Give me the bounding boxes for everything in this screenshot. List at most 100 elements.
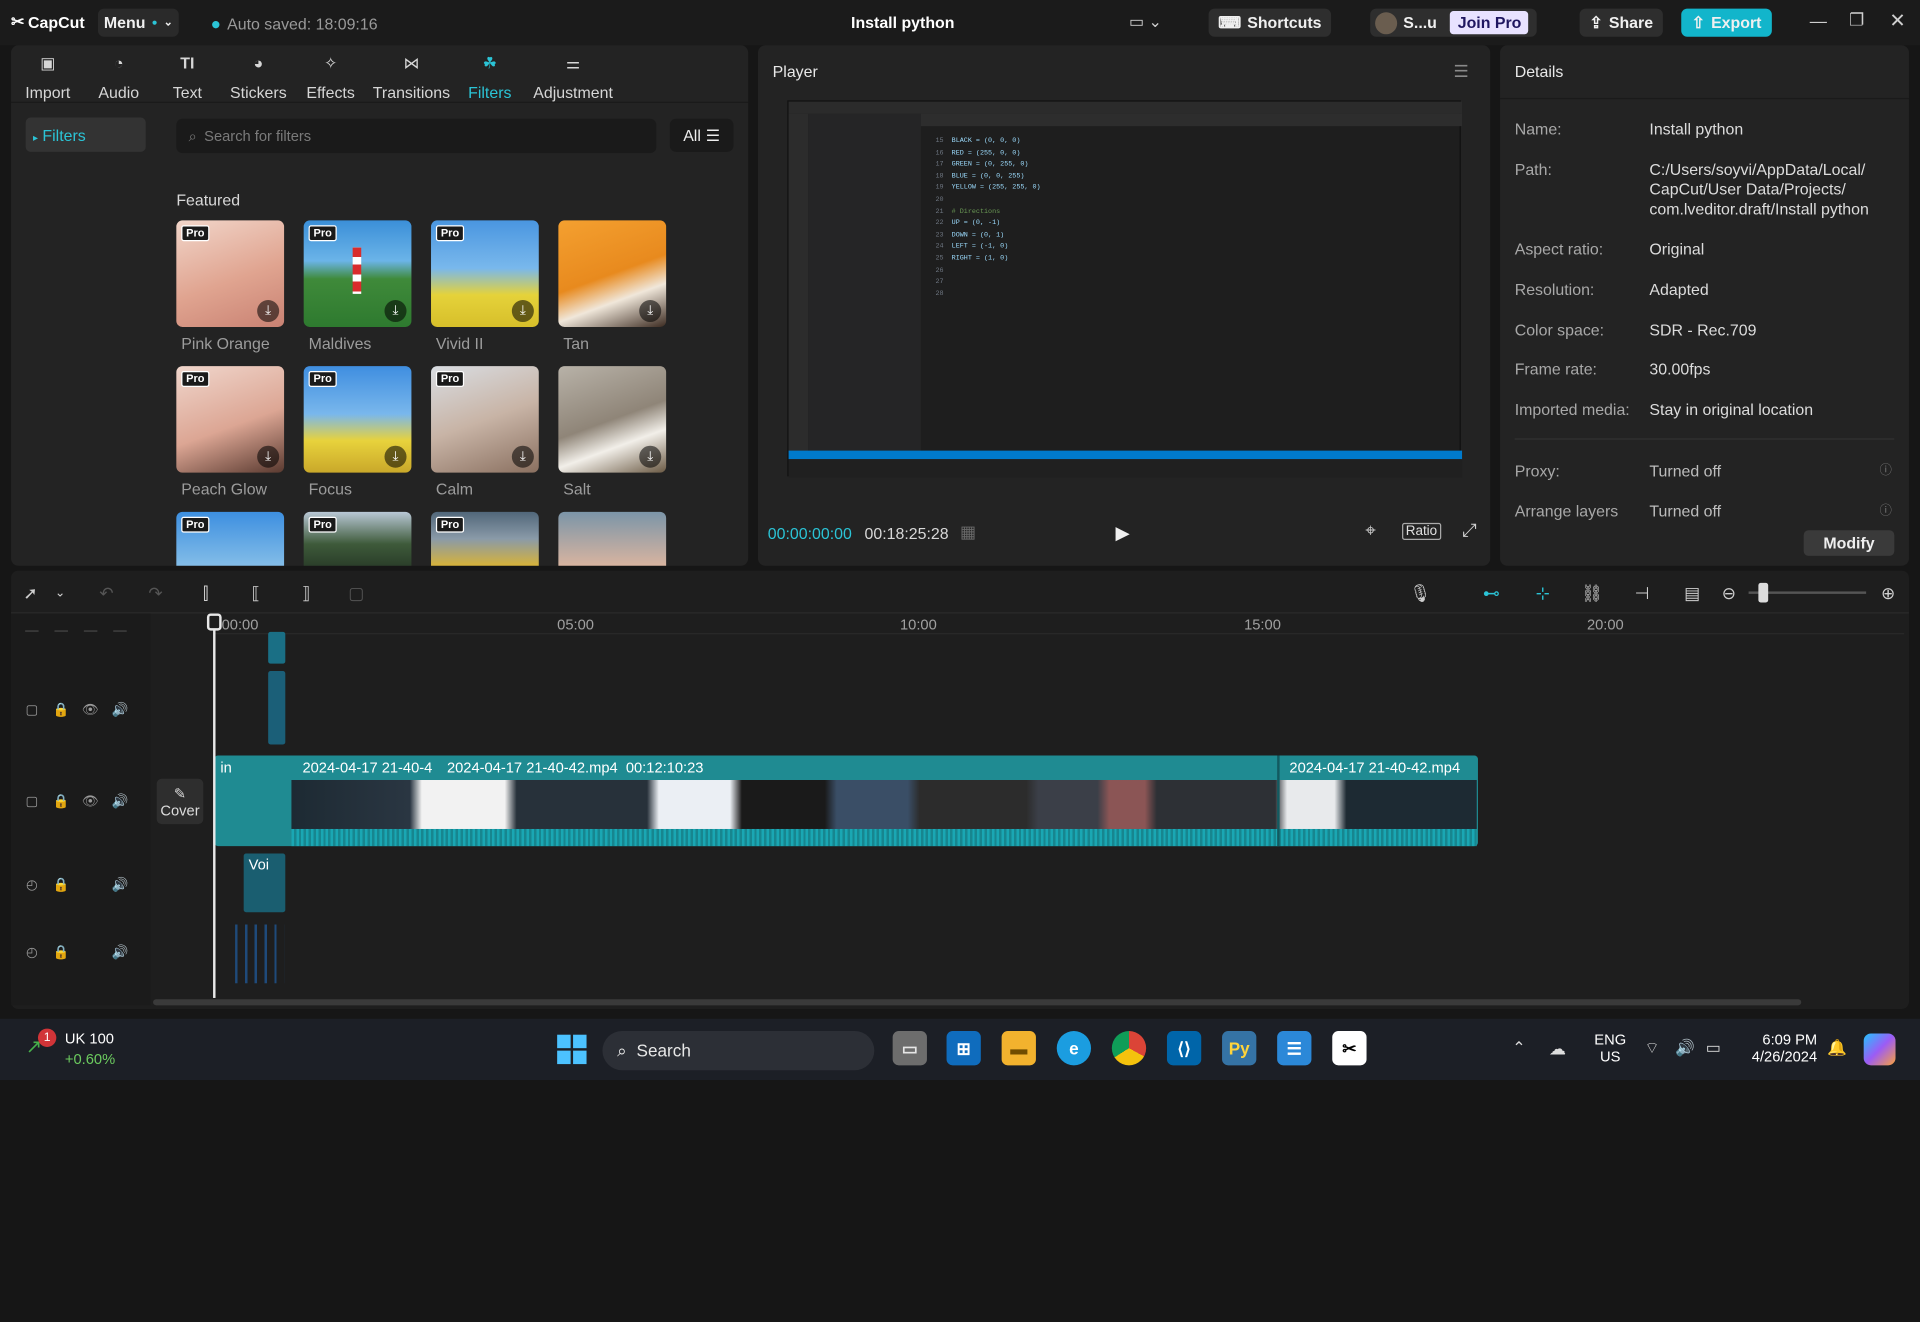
- minimize-icon[interactable]: —: [1810, 11, 1827, 31]
- playhead-handle[interactable]: [206, 613, 222, 631]
- modify-button[interactable]: Modify: [1803, 530, 1895, 556]
- tab-adjustment[interactable]: ⚌ Adjustment: [530, 45, 616, 102]
- microphone-icon[interactable]: 🎙: [1409, 582, 1432, 604]
- video-track-icon[interactable]: ▢: [24, 793, 39, 809]
- tab-import[interactable]: ▣ Import: [21, 45, 75, 102]
- sidebar-item-filters[interactable]: ▸ Filters: [25, 117, 146, 152]
- layout-icon[interactable]: ▭ ⌄: [1129, 12, 1162, 32]
- vscode-icon[interactable]: ⟨⟩: [1166, 1031, 1202, 1066]
- wifi-icon[interactable]: ⌔: [1645, 1038, 1660, 1058]
- zoom-out-icon[interactable]: ⊖: [1718, 582, 1740, 604]
- redo-icon[interactable]: ↷: [144, 582, 166, 604]
- filter-thumb[interactable]: Pro: [176, 511, 285, 566]
- play-icon[interactable]: ▶: [1116, 522, 1130, 544]
- thumbnail-icon[interactable]: ▤: [1681, 582, 1703, 604]
- lock-icon[interactable]: 🔒: [53, 877, 70, 892]
- filter-thumb-salt[interactable]: ⤓: [558, 366, 667, 473]
- download-icon[interactable]: ⤓: [257, 445, 280, 468]
- python-icon[interactable]: Py: [1222, 1031, 1257, 1066]
- download-icon[interactable]: ⤓: [639, 445, 662, 468]
- download-icon[interactable]: ⤓: [511, 300, 534, 323]
- fullscreen-icon[interactable]: ⤢: [1462, 520, 1477, 541]
- main-track-magnet-icon[interactable]: ⊷: [1480, 582, 1502, 604]
- eye-icon[interactable]: 👁: [82, 702, 99, 717]
- download-icon[interactable]: ⤓: [257, 300, 280, 323]
- filter-all-dropdown[interactable]: All ☰: [669, 118, 734, 152]
- zoom-slider-handle[interactable]: [1758, 582, 1769, 603]
- download-icon[interactable]: ⤓: [639, 300, 662, 323]
- select-cursor-icon[interactable]: ➚: [20, 582, 42, 604]
- filter-thumb-focus[interactable]: Pro ⤓: [303, 366, 412, 473]
- chevron-up-icon[interactable]: ⌃: [1512, 1038, 1525, 1058]
- link-icon[interactable]: ⛓: [1581, 582, 1603, 604]
- download-icon[interactable]: ⤓: [384, 445, 407, 468]
- menu-button[interactable]: Menu ● ⌄: [97, 8, 179, 37]
- cover-button[interactable]: ✎ Cover: [156, 778, 204, 825]
- playhead[interactable]: [213, 615, 216, 998]
- language-indicator[interactable]: ENG US: [1594, 1031, 1626, 1065]
- zoom-in-icon[interactable]: ⊕: [1877, 582, 1899, 604]
- filter-thumb-pink-orange[interactable]: Pro ⤓: [176, 220, 285, 327]
- split-icon[interactable]: ⫿: [195, 582, 217, 604]
- notepad-icon[interactable]: ☰: [1277, 1031, 1312, 1066]
- overlay-clip[interactable]: [268, 631, 286, 664]
- task-view-icon[interactable]: ▭: [892, 1031, 927, 1066]
- tab-effects[interactable]: ✧ Effects: [302, 45, 358, 102]
- share-button[interactable]: ⇪ Share: [1579, 8, 1663, 37]
- chrome-icon[interactable]: [1111, 1031, 1147, 1066]
- download-icon[interactable]: ⤓: [384, 300, 407, 323]
- auto-snap-icon[interactable]: ⊹: [1532, 582, 1554, 604]
- notification-bell-icon[interactable]: 🔔: [1827, 1038, 1847, 1058]
- stock-name[interactable]: UK 100: [65, 1030, 114, 1047]
- eye-icon[interactable]: 👁: [82, 793, 99, 809]
- filter-thumb-vivid-ii[interactable]: Pro ⤓: [431, 220, 539, 327]
- info-icon[interactable]: ⓘ: [1880, 500, 1892, 517]
- copilot-icon[interactable]: [1863, 1033, 1896, 1066]
- filter-thumb[interactable]: Pro: [303, 511, 412, 566]
- filter-thumb[interactable]: [558, 511, 667, 566]
- export-button[interactable]: ⇧ Export: [1681, 8, 1772, 37]
- tab-audio[interactable]: ◔ Audio: [92, 45, 146, 102]
- microsoft-store-icon[interactable]: ⊞: [946, 1031, 981, 1066]
- speaker-icon[interactable]: 🔊: [112, 944, 129, 960]
- taskbar-search[interactable]: ⌕ Search: [602, 1031, 875, 1071]
- lock-icon[interactable]: 🔒: [53, 944, 70, 960]
- windows-start-icon[interactable]: [557, 1034, 587, 1065]
- overlay-clip[interactable]: [268, 671, 286, 745]
- download-icon[interactable]: ⤓: [511, 445, 534, 468]
- speaker-icon[interactable]: 🔊: [112, 877, 129, 892]
- undo-icon[interactable]: ↶: [96, 582, 118, 604]
- edge-icon[interactable]: e: [1056, 1031, 1092, 1066]
- shortcuts-button[interactable]: ⌨ Shortcuts: [1208, 8, 1332, 37]
- audio-track-icon[interactable]: ◴: [24, 877, 39, 892]
- split-left-icon[interactable]: ⟦: [245, 582, 267, 604]
- preview-axis-icon[interactable]: ⊣: [1631, 582, 1653, 604]
- timeline-scrollbar[interactable]: [153, 999, 1802, 1006]
- search-input[interactable]: ⌕ Search for filters: [176, 118, 657, 154]
- video-preview[interactable]: 15 BLACK = (0, 0, 0) 16 RED = (255, 0, 0)…: [787, 100, 1463, 478]
- join-pro-button[interactable]: Join Pro: [1450, 11, 1529, 35]
- info-icon[interactable]: ⓘ: [1880, 459, 1892, 477]
- hamburger-menu-icon[interactable]: ☰: [1453, 61, 1468, 82]
- screenshot-icon[interactable]: ⌖: [1365, 520, 1375, 541]
- battery-icon[interactable]: ▭: [1706, 1038, 1721, 1058]
- file-explorer-icon[interactable]: ▬: [1001, 1031, 1036, 1066]
- cloud-icon[interactable]: ☁: [1549, 1038, 1566, 1059]
- filter-thumb-calm[interactable]: Pro ⤓: [431, 366, 539, 473]
- tab-text[interactable]: TI Text: [163, 45, 212, 102]
- video-track-icon[interactable]: ▢: [24, 702, 39, 717]
- restore-icon[interactable]: ❐: [1849, 10, 1864, 31]
- filter-thumb[interactable]: Pro: [431, 511, 539, 566]
- volume-icon[interactable]: 🔊: [1675, 1038, 1695, 1058]
- audio-track-icon[interactable]: ◴: [24, 944, 39, 960]
- tab-stickers[interactable]: ◕ Stickers: [227, 45, 291, 102]
- split-right-icon[interactable]: ⟧: [295, 582, 317, 604]
- filter-thumb-maldives[interactable]: Pro ⤓: [303, 220, 412, 327]
- filter-thumb-tan[interactable]: ⤓: [558, 220, 667, 327]
- account-area[interactable]: S...u Join Pro: [1370, 8, 1537, 37]
- tab-filters[interactable]: ☘ Filters: [465, 45, 514, 102]
- tab-transitions[interactable]: ⋈ Transitions: [371, 45, 452, 102]
- audio-clip[interactable]: [235, 924, 285, 984]
- capcut-taskbar-icon[interactable]: ✂: [1332, 1031, 1367, 1066]
- clock[interactable]: 6:09 PM 4/26/2024: [1744, 1031, 1817, 1065]
